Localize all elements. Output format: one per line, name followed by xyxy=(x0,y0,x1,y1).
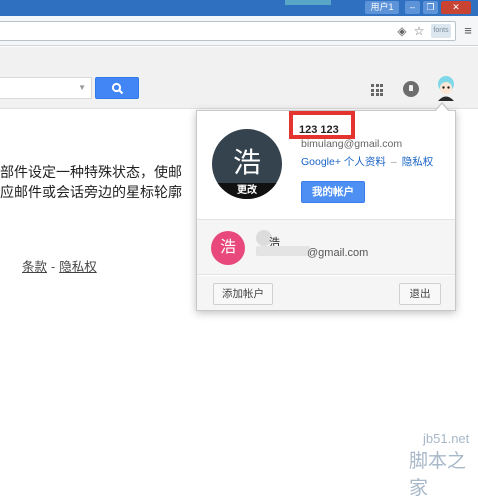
help-text-line: 应邮件或会话旁边的星标轮廓 xyxy=(0,185,182,201)
bookmark-star-icon[interactable]: ☆ xyxy=(411,24,427,38)
account-name: 123 123 xyxy=(299,124,339,136)
search-button[interactable] xyxy=(95,77,139,99)
profile-photo[interactable]: 浩 更改 xyxy=(212,129,282,199)
terms-link[interactable]: 条款 xyxy=(22,259,47,274)
apps-grid-icon[interactable] xyxy=(371,84,383,96)
popup-footer: 添加帐户 退出 xyxy=(197,276,455,310)
my-account-button[interactable]: 我的帐户 xyxy=(301,181,365,203)
privacy-link[interactable]: 隐私权 xyxy=(59,259,97,274)
other-account-row[interactable]: 浩 浩 @gmail.com xyxy=(197,219,455,275)
google-bar: ▼ xyxy=(0,47,478,109)
footer-separator: - xyxy=(47,259,60,274)
link-separator: – xyxy=(390,156,397,168)
browser-tab-stub[interactable] xyxy=(285,0,331,5)
extension-fonts-icon[interactable]: fonts xyxy=(431,24,451,38)
search-icon xyxy=(111,82,124,95)
help-text-line: 部件设定一种特殊状态，使邮 xyxy=(0,165,182,181)
change-photo-button[interactable]: 更改 xyxy=(212,183,282,199)
other-account-avatar: 浩 xyxy=(211,231,245,265)
privacy-link[interactable]: 隐私权 xyxy=(402,156,434,168)
watermark-text: jb51.net xyxy=(423,431,470,446)
avatar-character-icon xyxy=(438,76,454,101)
browser-menu-button[interactable]: ≡ xyxy=(461,23,475,39)
account-avatar[interactable] xyxy=(432,75,460,103)
sign-out-button[interactable]: 退出 xyxy=(399,283,441,305)
user-profile-button[interactable]: 用户1 xyxy=(365,1,399,14)
window-titlebar: 用户1 – ❐ ✕ xyxy=(0,0,478,16)
notifications-bell-icon[interactable] xyxy=(403,81,419,97)
translate-icon[interactable]: ◈ xyxy=(394,24,410,38)
restore-button[interactable]: ❐ xyxy=(423,1,438,14)
chevron-down-icon[interactable]: ▼ xyxy=(78,83,86,92)
account-email: bimulang@gmail.com xyxy=(301,138,403,150)
watermark-text: 脚本之家 xyxy=(409,450,467,499)
other-account-email: @gmail.com xyxy=(307,247,369,259)
avatar-initial: 浩 xyxy=(232,147,261,178)
add-account-button[interactable]: 添加帐户 xyxy=(213,283,273,305)
minimize-button[interactable]: – xyxy=(405,1,420,14)
address-bar[interactable]: ◈ ☆ fonts xyxy=(0,21,456,41)
footer-links: 条款 - 隐私权 xyxy=(22,256,97,275)
close-button[interactable]: ✕ xyxy=(441,1,471,14)
account-popup: 浩 更改 123 123 bimulang@gmail.com Google+ … xyxy=(196,102,456,311)
blurred-region xyxy=(256,246,310,256)
google-plus-profile-link[interactable]: Google+ 个人资料 xyxy=(301,156,386,168)
browser-toolbar: ◈ ☆ fonts ≡ xyxy=(0,16,478,46)
account-links: Google+ 个人资料 – 隐私权 xyxy=(301,154,433,169)
search-input[interactable]: ▼ xyxy=(0,77,92,99)
